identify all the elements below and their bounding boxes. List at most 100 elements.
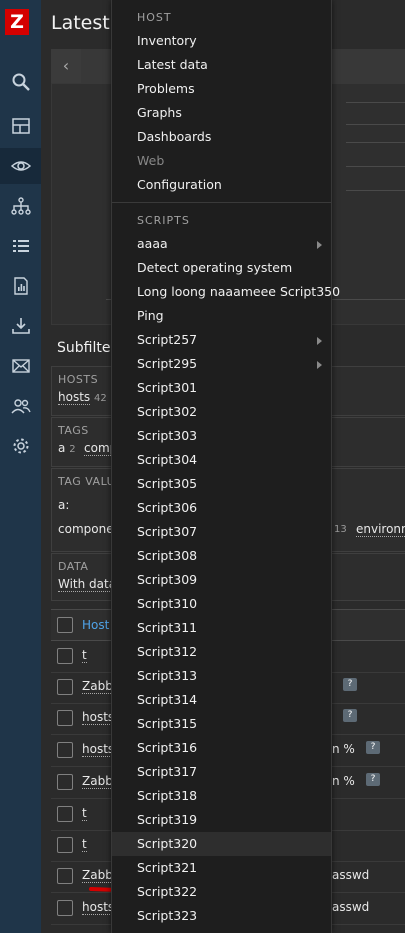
row-host-name[interactable]: t — [82, 648, 87, 663]
filter-input-line[interactable] — [346, 124, 405, 125]
row-host-name[interactable]: Zabb — [82, 774, 113, 789]
subfilter-tag-a[interactable]: a 2 — [58, 441, 76, 455]
menu-item-label: Dashboards — [137, 129, 212, 144]
mail-icon[interactable] — [0, 348, 41, 384]
script-item-ping[interactable]: Ping — [112, 304, 331, 328]
script-item-script309[interactable]: Script309 — [112, 568, 331, 592]
subfilter-data-value[interactable]: With data — [58, 577, 117, 592]
menu-item-dashboards[interactable]: Dashboards — [112, 125, 331, 149]
filter-input-line[interactable] — [346, 190, 405, 191]
row-checkbox[interactable] — [57, 837, 73, 853]
menu-item-configuration[interactable]: Configuration — [112, 173, 331, 197]
script-item-script301[interactable]: Script301 — [112, 376, 331, 400]
script-item-script303[interactable]: Script303 — [112, 424, 331, 448]
script-item-script307[interactable]: Script307 — [112, 520, 331, 544]
script-item-script318[interactable]: Script318 — [112, 784, 331, 808]
subfilter-tag-values-line1: a: — [58, 498, 70, 512]
gear-icon[interactable] — [0, 428, 41, 464]
script-item-script302[interactable]: Script302 — [112, 400, 331, 424]
script-item-script305[interactable]: Script305 — [112, 472, 331, 496]
filter-input-line[interactable] — [346, 142, 405, 143]
script-item-label: Script312 — [137, 644, 198, 659]
menu-scripts-header: SCRIPTS — [137, 214, 190, 227]
script-item-long-loong-naaameee-script350[interactable]: Long loong naaameee Script350 — [112, 280, 340, 304]
script-item-label: Script316 — [137, 740, 198, 755]
script-item-script317[interactable]: Script317 — [112, 760, 331, 784]
row-checkbox[interactable] — [57, 742, 73, 758]
script-item-label: Script310 — [137, 596, 198, 611]
menu-item-graphs[interactable]: Graphs — [112, 101, 331, 125]
script-item-script295[interactable]: Script295 — [112, 352, 331, 376]
row-host-name[interactable]: Zabb — [82, 868, 113, 883]
menu-item-inventory[interactable]: Inventory — [112, 29, 331, 53]
row-host-name[interactable]: hosts — [82, 900, 115, 915]
submenu-arrow-icon — [317, 361, 322, 369]
hint-icon[interactable]: ? — [366, 741, 380, 754]
row-value: asswd — [332, 900, 370, 914]
monitoring-eye-icon[interactable] — [0, 148, 41, 184]
script-item-script320[interactable]: Script320 — [112, 832, 331, 856]
script-item-script319[interactable]: Script319 — [112, 808, 331, 832]
column-host[interactable]: Host — [82, 618, 109, 632]
row-value: n % — [332, 774, 355, 788]
script-item-label: Script320 — [137, 836, 198, 851]
network-icon[interactable] — [0, 188, 41, 224]
script-item-aaaa[interactable]: aaaa — [112, 232, 331, 256]
menu-item-label: Configuration — [137, 177, 222, 192]
subfilter-hosts-value[interactable]: hosts 42 — [58, 390, 107, 405]
row-host-name[interactable]: Zabb — [82, 679, 113, 694]
script-item-detect-operating-system[interactable]: Detect operating system — [112, 256, 331, 280]
script-item-label: Ping — [137, 308, 164, 323]
menu-item-latest-data[interactable]: Latest data — [112, 53, 331, 77]
chevron-left-icon[interactable]: ‹ — [51, 49, 81, 83]
script-item-script316[interactable]: Script316 — [112, 736, 331, 760]
row-host-name[interactable]: hosts — [82, 742, 115, 757]
zabbix-logo[interactable]: Z — [5, 9, 29, 35]
hint-icon[interactable]: ? — [343, 709, 357, 722]
script-item-label: Script309 — [137, 572, 198, 587]
row-checkbox[interactable] — [57, 900, 73, 916]
menu-item-label: Web — [137, 153, 165, 168]
script-item-script257[interactable]: Script257 — [112, 328, 331, 352]
filter-input-line[interactable] — [346, 166, 405, 167]
script-item-script322[interactable]: Script322 — [112, 880, 331, 904]
filter-input-line[interactable] — [346, 102, 405, 103]
list-icon[interactable] — [0, 228, 41, 264]
dashboard-icon[interactable] — [0, 108, 41, 144]
subfilter-tag-values-line2: compone — [58, 522, 114, 536]
hint-icon[interactable]: ? — [366, 773, 380, 786]
script-item-script315[interactable]: Script315 — [112, 712, 331, 736]
script-item-script321[interactable]: Script321 — [112, 856, 331, 880]
download-icon[interactable] — [0, 308, 41, 344]
script-item-script304[interactable]: Script304 — [112, 448, 331, 472]
row-checkbox[interactable] — [57, 868, 73, 884]
script-item-script313[interactable]: Script313 — [112, 664, 331, 688]
script-item-script314[interactable]: Script314 — [112, 688, 331, 712]
script-item-script312[interactable]: Script312 — [112, 640, 331, 664]
script-item-script311[interactable]: Script311 — [112, 616, 331, 640]
row-host-name[interactable]: hosts — [82, 710, 115, 725]
subfilter-tag-value-environment[interactable]: environm — [356, 522, 405, 537]
script-item-script323[interactable]: Script323 — [112, 904, 331, 928]
subfilter-tags-header: TAGS — [58, 424, 89, 437]
hint-icon[interactable]: ? — [343, 678, 357, 691]
script-item-script308[interactable]: Script308 — [112, 544, 331, 568]
script-item-script306[interactable]: Script306 — [112, 496, 331, 520]
row-checkbox[interactable] — [57, 679, 73, 695]
script-item-label: Script308 — [137, 548, 198, 563]
search-icon[interactable] — [0, 64, 41, 100]
menu-item-problems[interactable]: Problems — [112, 77, 331, 101]
users-icon[interactable] — [0, 388, 41, 424]
row-checkbox[interactable] — [57, 806, 73, 822]
subfilter-hosts-count: 42 — [93, 393, 107, 404]
row-checkbox[interactable] — [57, 710, 73, 726]
row-host-name[interactable]: t — [82, 837, 87, 852]
script-item-label: Script301 — [137, 380, 198, 395]
script-item-script310[interactable]: Script310 — [112, 592, 331, 616]
reports-icon[interactable] — [0, 268, 41, 304]
row-host-name[interactable]: t — [82, 806, 87, 821]
row-checkbox[interactable] — [57, 648, 73, 664]
select-all-checkbox[interactable] — [57, 617, 73, 633]
row-checkbox[interactable] — [57, 774, 73, 790]
subfilter-tag-values-header: TAG VALU — [58, 475, 116, 488]
